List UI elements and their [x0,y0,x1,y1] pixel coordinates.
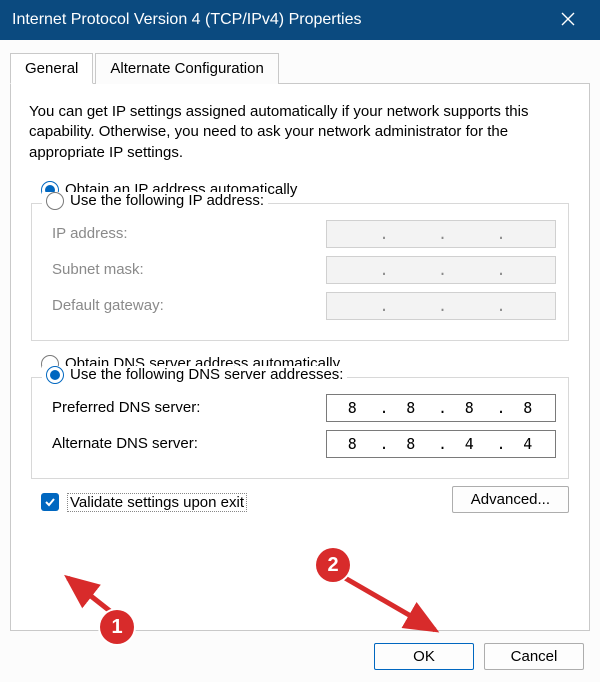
field-label: IP address: [44,225,326,242]
ok-button[interactable]: OK [374,643,474,670]
tab-general[interactable]: General [10,53,93,84]
tab-alternate-configuration[interactable]: Alternate Configuration [95,53,278,84]
field-default-gateway: Default gateway: . . . [44,292,556,320]
field-label: Default gateway: [44,297,326,314]
tabs-header: General Alternate Configuration [10,52,590,83]
field-alternate-dns: Alternate DNS server: 8. 8. 4. 4 [44,430,556,458]
radio-label: Use the following IP address: [70,192,264,209]
advanced-button[interactable]: Advanced... [452,486,569,513]
field-label: Subnet mask: [44,261,326,278]
tab-content-general: You can get IP settings assigned automat… [10,83,590,631]
radio-label: Use the following DNS server addresses: [70,366,343,383]
close-button[interactable] [548,0,588,40]
field-subnet-mask: Subnet mask: . . . [44,256,556,284]
radio-dns-manual[interactable] [46,366,64,384]
titlebar: Internet Protocol Version 4 (TCP/IPv4) P… [0,0,600,40]
field-ip-address: IP address: . . . [44,220,556,248]
field-label: Alternate DNS server: [44,435,326,452]
close-icon [561,10,575,31]
radio-ip-manual[interactable] [46,192,64,210]
group-ip-manual: Use the following IP address: IP address… [31,203,569,341]
preferred-dns-input[interactable]: 8. 8. 8. 8 [326,394,556,422]
subnet-mask-input: . . . [326,256,556,284]
annotation-badge-1: 1 [100,610,134,644]
alternate-dns-input[interactable]: 8. 8. 4. 4 [326,430,556,458]
field-label: Preferred DNS server: [44,399,326,416]
cancel-button[interactable]: Cancel [484,643,584,670]
window-title: Internet Protocol Version 4 (TCP/IPv4) P… [12,11,548,29]
dialog-buttons: OK Cancel [10,631,590,674]
ip-address-input: . . . [326,220,556,248]
group-dns-manual: Use the following DNS server addresses: … [31,377,569,479]
validate-label: Validate settings upon exit [67,493,247,512]
intro-text: You can get IP settings assigned automat… [29,102,571,163]
field-preferred-dns: Preferred DNS server: 8. 8. 8. 8 [44,394,556,422]
annotation-badge-2: 2 [316,548,350,582]
default-gateway-input: . . . [326,292,556,320]
checkbox-icon [41,493,59,511]
